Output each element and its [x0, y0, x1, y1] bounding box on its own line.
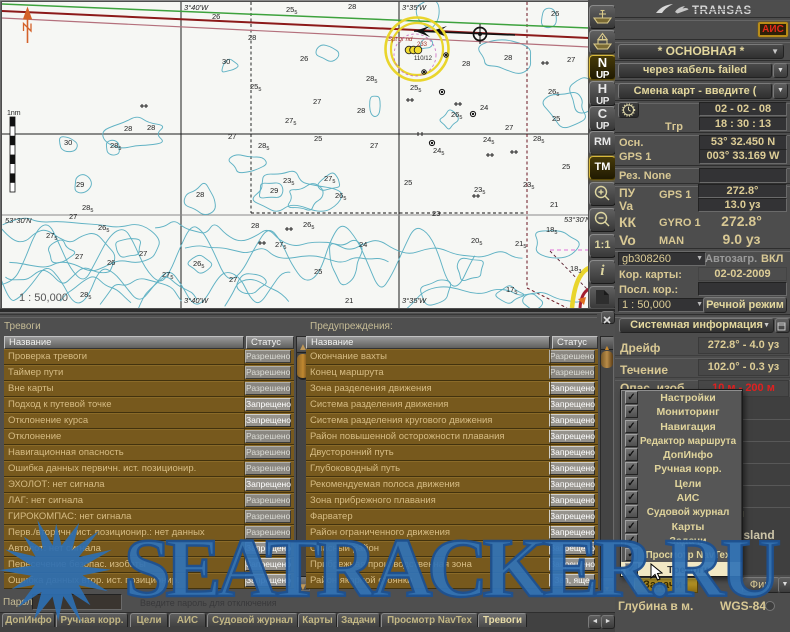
svg-text:24: 24 — [480, 103, 488, 112]
svg-text:28: 28 — [251, 221, 259, 230]
svg-text:205: 205 — [471, 236, 482, 247]
svg-text:30: 30 — [64, 138, 72, 147]
svg-text:28: 28 — [196, 190, 204, 199]
svg-text:28: 28 — [147, 123, 155, 132]
svg-text:285: 285 — [82, 203, 93, 214]
svg-text:275: 275 — [324, 174, 335, 185]
svg-text:27: 27 — [229, 275, 237, 284]
svg-text:3°35'W: 3°35'W — [402, 3, 427, 12]
svg-text:27: 27 — [567, 55, 575, 64]
svg-text:28: 28 — [248, 33, 256, 42]
svg-text:25: 25 — [562, 162, 570, 171]
svg-text:285: 285 — [533, 134, 544, 145]
svg-text:30: 30 — [222, 57, 230, 66]
svg-text:27: 27 — [370, 141, 378, 150]
svg-text:27: 27 — [75, 252, 83, 261]
svg-text:245: 245 — [483, 135, 494, 146]
svg-text:26: 26 — [107, 258, 115, 267]
svg-text:285: 285 — [366, 74, 377, 85]
svg-text:265: 265 — [303, 220, 314, 231]
svg-text:27: 27 — [313, 97, 321, 106]
svg-text:25: 25 — [314, 134, 322, 143]
svg-text:53°30'N: 53°30'N — [5, 216, 32, 225]
svg-text:235: 235 — [523, 180, 534, 191]
svg-text:235: 235 — [283, 176, 294, 187]
svg-text:235: 235 — [474, 185, 485, 196]
svg-text:27: 27 — [505, 123, 513, 132]
svg-text:26: 26 — [212, 12, 220, 21]
svg-text:28: 28 — [348, 2, 356, 11]
svg-text:3°35'W: 3°35'W — [402, 296, 427, 305]
svg-text:245: 245 — [433, 146, 444, 157]
svg-text:27: 27 — [228, 132, 236, 141]
svg-text:275: 275 — [285, 116, 296, 127]
svg-text:265: 265 — [335, 191, 346, 202]
svg-text:Spt gr nd: Spt gr nd — [388, 37, 413, 43]
svg-text:28: 28 — [504, 53, 512, 62]
svg-text:1 : 50,000: 1 : 50,000 — [19, 292, 68, 304]
svg-text:3°40'W: 3°40'W — [184, 3, 209, 12]
svg-text:25: 25 — [552, 114, 560, 123]
svg-text:265: 265 — [548, 87, 559, 98]
svg-text:285: 285 — [258, 141, 269, 152]
svg-text:110/12: 110/12 — [414, 56, 433, 62]
svg-text:275: 275 — [275, 240, 286, 251]
svg-text:175: 175 — [506, 285, 517, 296]
svg-text:27: 27 — [69, 212, 77, 221]
svg-text:27: 27 — [139, 249, 147, 258]
svg-text:24: 24 — [359, 240, 367, 249]
svg-text:29: 29 — [270, 186, 278, 195]
svg-text:265: 265 — [193, 259, 204, 270]
svg-text:265: 265 — [98, 223, 109, 234]
svg-text:26: 26 — [300, 54, 308, 63]
svg-text:26: 26 — [551, 9, 559, 18]
svg-text:233: 233 — [417, 42, 428, 48]
svg-text:25: 25 — [404, 178, 412, 187]
svg-text:28: 28 — [124, 124, 132, 133]
svg-text:21: 21 — [345, 296, 353, 305]
svg-text:1nm: 1nm — [7, 110, 21, 117]
svg-text:255: 255 — [286, 5, 297, 16]
svg-text:215: 215 — [515, 239, 526, 250]
svg-text:21: 21 — [550, 200, 558, 209]
svg-text:265: 265 — [451, 110, 462, 121]
svg-text:255: 255 — [410, 83, 421, 94]
svg-text:183: 183 — [570, 264, 581, 275]
svg-text:185: 185 — [546, 225, 557, 236]
svg-text:255: 255 — [250, 82, 261, 93]
svg-text:285: 285 — [110, 141, 121, 152]
svg-text:53°30'N: 53°30'N — [564, 215, 589, 224]
svg-text:25: 25 — [314, 267, 322, 276]
svg-text:28: 28 — [462, 59, 470, 68]
svg-text:29: 29 — [76, 180, 84, 189]
svg-text:23: 23 — [432, 209, 440, 218]
svg-text:28: 28 — [357, 106, 365, 115]
svg-text:TRANSAS: TRANSAS — [692, 5, 752, 17]
svg-text:3°40'W: 3°40'W — [184, 296, 209, 305]
svg-text:275: 275 — [46, 231, 57, 242]
